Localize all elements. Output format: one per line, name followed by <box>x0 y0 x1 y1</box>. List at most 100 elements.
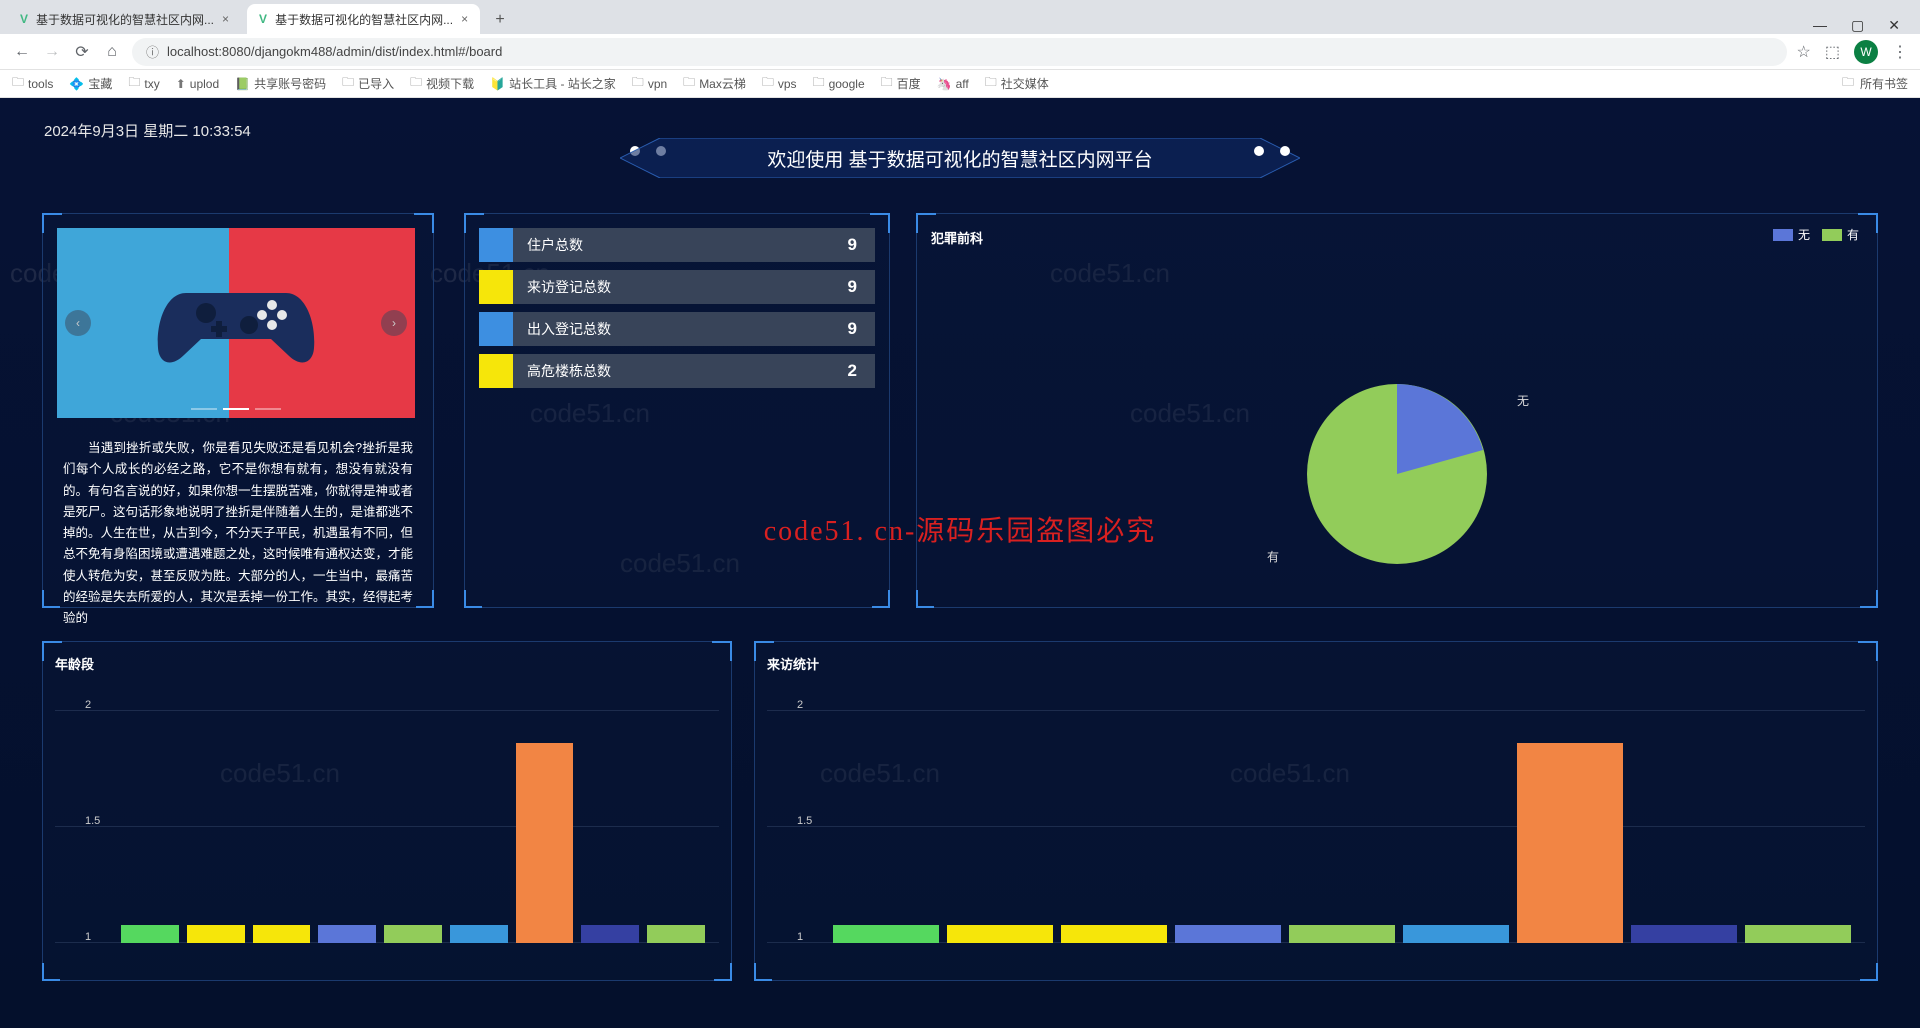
folder-icon: 💠 <box>69 77 84 91</box>
bar-left-title: 年龄段 <box>55 654 719 673</box>
carousel[interactable]: ‹ › <box>57 228 415 418</box>
vue-icon: V <box>259 12 267 26</box>
pie-label-yes: 有 <box>1267 548 1279 565</box>
tab-2-active[interactable]: V 基于数据可视化的智慧社区内网... × <box>247 4 480 34</box>
star-icon[interactable]: ☆ <box>1797 42 1811 62</box>
pie-label-no: 无 <box>1517 392 1529 409</box>
bookmark-item[interactable]: 🗀视频下载 <box>410 73 474 94</box>
folder-icon: 🦄 <box>937 77 952 91</box>
carousel-prev-icon[interactable]: ‹ <box>65 310 91 336</box>
dashboard: code51.cn code51.cn code51.cn code51.cn … <box>0 98 1920 1028</box>
folder-icon: 🗀 <box>985 73 997 94</box>
close-icon[interactable]: × <box>461 12 468 26</box>
address-bar: ← → ⟳ ⌂ ⓘ localhost:8080/djangokm488/adm… <box>0 34 1920 70</box>
maximize-icon[interactable]: ▢ <box>1851 17 1864 34</box>
bar <box>581 925 639 943</box>
bookmark-item[interactable]: 📗共享账号密码 <box>235 75 326 92</box>
bookmark-item[interactable]: 🗀百度 <box>881 73 921 94</box>
bookmark-bar: 🗀tools 💠宝藏 🗀txy ⬆uplod 📗共享账号密码 🗀已导入 🗀视频下载 🔰站长工具… <box>0 70 1920 98</box>
vue-icon: V <box>20 12 28 26</box>
bookmark-item[interactable]: 💠宝藏 <box>69 75 112 92</box>
bar <box>1061 925 1167 943</box>
stat-label: 出入登记总数 <box>513 319 848 339</box>
pie-title: 犯罪前科 <box>931 228 1863 247</box>
stat-label: 高危楼栋总数 <box>513 361 848 381</box>
carousel-next-icon[interactable]: › <box>381 310 407 336</box>
bar <box>1745 925 1851 943</box>
bookmark-item[interactable]: 🗀Max云梯 <box>683 73 746 94</box>
home-icon[interactable]: ⌂ <box>102 43 122 61</box>
menu-icon[interactable]: ⋮ <box>1892 42 1908 62</box>
extension-icon[interactable]: ⬚ <box>1825 42 1840 62</box>
bookmark-item[interactable]: 🗀vpn <box>632 73 667 94</box>
bar <box>450 925 508 943</box>
bar <box>1517 743 1623 943</box>
watermark-text: code51. cn-源码乐园盗图必究 <box>764 509 1157 549</box>
bar <box>833 925 939 943</box>
carousel-indicators[interactable] <box>191 408 281 410</box>
site-info-icon[interactable]: ⓘ <box>146 42 159 61</box>
folder-icon: 🗀 <box>881 73 893 94</box>
stat-row: 出入登记总数 9 <box>479 312 875 346</box>
page-title: 欢迎使用 基于数据可视化的智慧社区内网平台 <box>620 138 1300 178</box>
folder-icon: 🗀 <box>12 73 24 94</box>
stat-row: 来访登记总数 9 <box>479 270 875 304</box>
folder-icon: 🗀 <box>1842 73 1854 94</box>
bar-right-title: 来访统计 <box>767 654 1865 673</box>
forward-icon[interactable]: → <box>42 43 62 61</box>
bookmark-item[interactable]: 🗀vps <box>762 73 797 94</box>
folder-icon: 🗀 <box>762 73 774 94</box>
close-icon[interactable]: × <box>222 12 229 26</box>
bookmark-item[interactable]: 🔰站长工具 - 站长之家 <box>490 75 616 92</box>
folder-icon: 🔰 <box>490 77 505 91</box>
bookmark-item[interactable]: 🦄aff <box>937 77 969 91</box>
minimize-icon[interactable]: — <box>1813 17 1827 34</box>
bar <box>947 925 1053 943</box>
tab-bar: V 基于数据可视化的智慧社区内网... × V 基于数据可视化的智慧社区内网..… <box>0 0 1920 34</box>
pie-chart <box>1297 374 1497 579</box>
stat-value: 9 <box>848 319 875 339</box>
panel-bar-visit: 来访统计 21.51 <box>754 641 1878 981</box>
article-text: 当遇到挫折或失败，你是看见失败还是看见机会?挫折是我们每个人成长的必经之路，它不… <box>57 438 419 629</box>
bar <box>384 925 442 943</box>
new-tab-button[interactable]: + <box>486 6 514 34</box>
panel-bar-age: 年龄段 21.51 <box>42 641 732 981</box>
profile-avatar[interactable]: W <box>1854 40 1878 64</box>
close-window-icon[interactable]: ✕ <box>1888 17 1900 34</box>
controller-image <box>146 263 326 383</box>
window-controls: — ▢ ✕ <box>1813 17 1912 34</box>
stat-label: 来访登记总数 <box>513 277 848 297</box>
bookmark-item[interactable]: ⬆uplod <box>176 77 219 91</box>
reload-icon[interactable]: ⟳ <box>72 42 92 62</box>
bookmark-item[interactable]: 🗀tools <box>12 73 53 94</box>
stat-color-swatch <box>479 354 513 388</box>
stat-color-swatch <box>479 270 513 304</box>
folder-icon: 🗀 <box>410 73 422 94</box>
folder-icon: 🗀 <box>632 73 644 94</box>
stat-color-swatch <box>479 228 513 262</box>
bookmark-item[interactable]: 🗀已导入 <box>342 73 394 94</box>
tab-title: 基于数据可视化的智慧社区内网... <box>275 11 453 28</box>
bookmark-item[interactable]: 🗀社交媒体 <box>985 73 1049 94</box>
bookmark-item[interactable]: 🗀txy <box>128 73 159 94</box>
folder-icon: 🗀 <box>683 73 695 94</box>
bar <box>1631 925 1737 943</box>
bookmark-item[interactable]: 🗀google <box>813 73 865 94</box>
bar <box>253 925 311 943</box>
url-input[interactable]: ⓘ localhost:8080/djangokm488/admin/dist/… <box>132 38 1787 66</box>
pie-legend: 无 有 <box>1773 226 1859 243</box>
datetime-text: 2024年9月3日 星期二 10:33:54 <box>44 120 251 141</box>
tab-1[interactable]: V 基于数据可视化的智慧社区内网... × <box>8 4 241 34</box>
bar <box>1175 925 1281 943</box>
stat-label: 住户总数 <box>513 235 848 255</box>
stat-row: 住户总数 9 <box>479 228 875 262</box>
folder-icon: 🗀 <box>342 73 354 94</box>
browser-window: V 基于数据可视化的智慧社区内网... × V 基于数据可视化的智慧社区内网..… <box>0 0 1920 1028</box>
stat-row: 高危楼栋总数 2 <box>479 354 875 388</box>
all-bookmarks[interactable]: 🗀 所有书签 <box>1842 73 1908 94</box>
bar <box>1289 925 1395 943</box>
back-icon[interactable]: ← <box>12 43 32 61</box>
bar <box>187 925 245 943</box>
url-text: localhost:8080/djangokm488/admin/dist/in… <box>167 44 502 59</box>
folder-icon: ⬆ <box>176 77 186 91</box>
